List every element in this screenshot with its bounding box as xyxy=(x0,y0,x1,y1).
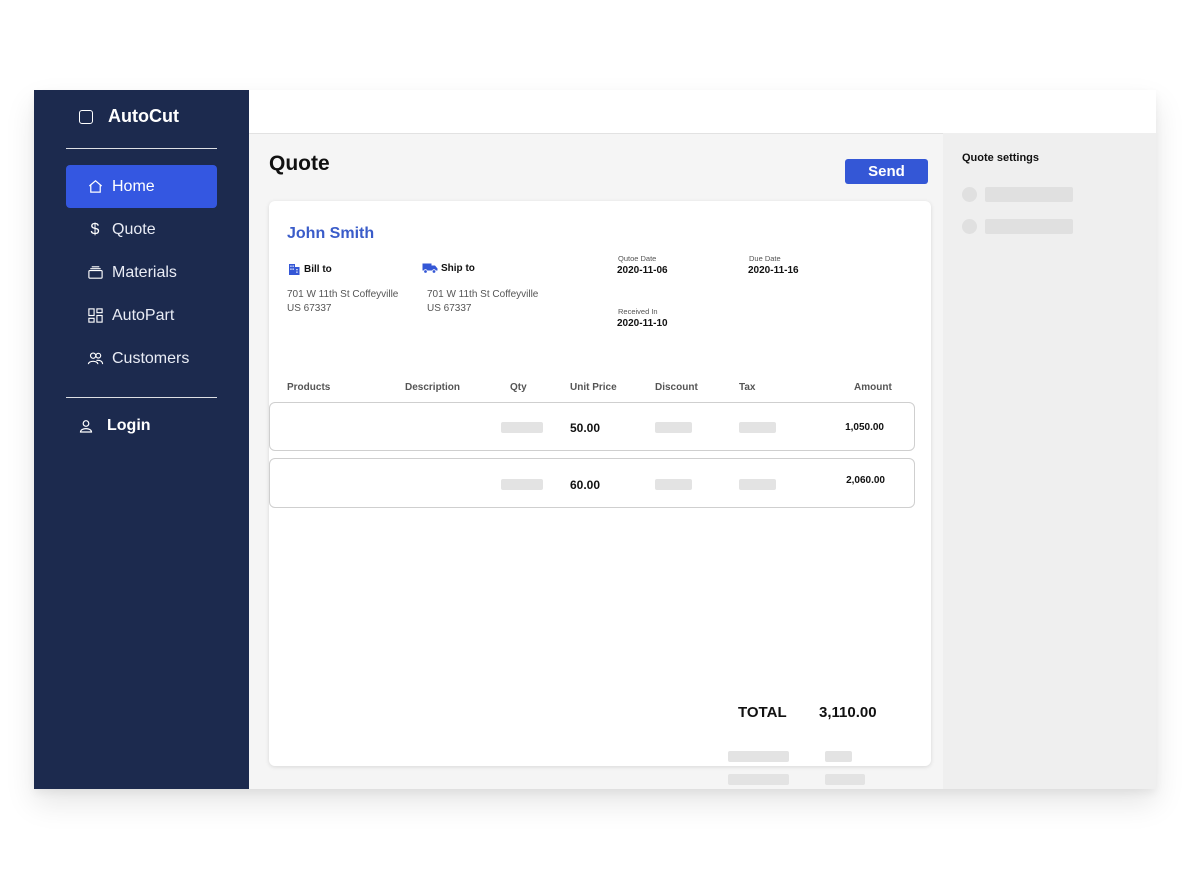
sidebar-item-label: Customers xyxy=(112,349,190,367)
logo-icon xyxy=(79,109,93,124)
truck-icon xyxy=(422,263,438,274)
qty-placeholder xyxy=(501,479,543,490)
column-header-description: Description xyxy=(405,382,461,393)
building-icon xyxy=(289,264,300,275)
quote-card: John Smith Bill to 701 W 11th St Coffeyv… xyxy=(269,201,931,785)
sidebar-item-materials[interactable]: Materials xyxy=(66,251,217,294)
column-header-tax: Tax xyxy=(739,382,756,393)
sidebar-item-label: Materials xyxy=(112,263,177,281)
login-button[interactable]: Login xyxy=(79,417,151,435)
user-icon xyxy=(79,420,93,433)
table-row[interactable]: 60.00 2,060.00 xyxy=(269,458,915,508)
top-bar xyxy=(249,90,1156,134)
setting-label-placeholder xyxy=(985,219,1073,234)
setting-radio[interactable] xyxy=(962,219,977,234)
customer-name[interactable]: John Smith xyxy=(287,225,374,243)
send-button[interactable]: Send xyxy=(845,159,928,184)
due-date-value: 2020-11-16 xyxy=(748,265,799,276)
tax-value-placeholder xyxy=(825,774,865,785)
setting-radio[interactable] xyxy=(962,187,977,202)
sidebar: AutoCut Home $ Quote Materials AutoPart xyxy=(34,90,249,789)
quote-date-value: 2020-11-06 xyxy=(617,265,668,276)
amount-value: 1,050.00 xyxy=(845,422,884,433)
dollar-icon: $ xyxy=(90,220,100,238)
due-date-label: Due Date xyxy=(749,254,781,263)
ship-to-label: Ship to xyxy=(422,262,475,274)
column-header-discount: Discount xyxy=(655,382,698,393)
ship-to-address: 701 W 11th St Coffeyville US 67337 xyxy=(427,289,539,314)
unit-price-value: 50.00 xyxy=(570,421,601,435)
sidebar-item-label: AutoPart xyxy=(112,306,175,324)
tax-label-placeholder xyxy=(728,774,789,785)
tax-placeholder xyxy=(739,422,776,433)
app-name: AutoCut xyxy=(108,106,179,126)
bill-to-address: 701 W 11th St Coffeyville US 67337 xyxy=(287,289,399,314)
sidebar-item-label: Home xyxy=(112,177,155,195)
sidebar-item-label: Quote xyxy=(112,220,156,238)
settings-title: Quote settings xyxy=(962,152,1040,164)
users-icon xyxy=(86,350,104,368)
app-logo[interactable]: AutoCut xyxy=(79,106,179,127)
total-label: TOTAL xyxy=(738,704,787,721)
home-icon xyxy=(86,178,104,196)
setting-label-placeholder xyxy=(985,187,1073,202)
total-value: 3,110.00 xyxy=(819,704,877,721)
column-header-products: Products xyxy=(287,382,331,393)
subtotal-label-placeholder xyxy=(728,751,789,762)
discount-placeholder xyxy=(655,422,692,433)
page-title: Quote xyxy=(269,152,330,175)
layers-icon xyxy=(86,264,104,282)
amount-value: 2,060.00 xyxy=(846,475,885,486)
column-header-qty: Qty xyxy=(510,382,527,393)
login-label: Login xyxy=(107,417,151,434)
sidebar-item-autopart[interactable]: AutoPart xyxy=(66,294,217,337)
sidebar-item-customers[interactable]: Customers xyxy=(66,337,217,380)
column-header-amount: Amount xyxy=(854,382,892,393)
bill-to-label: Bill to xyxy=(287,262,332,276)
sidebar-divider xyxy=(66,148,217,149)
tax-placeholder xyxy=(739,479,776,490)
quote-date-label: Qutoe Date xyxy=(618,254,657,263)
sidebar-item-home[interactable]: Home xyxy=(66,165,217,208)
sidebar-divider xyxy=(66,397,217,398)
column-header-unit-price: Unit Price xyxy=(570,382,617,393)
grid-icon xyxy=(86,307,104,325)
app-window: AutoCut Home $ Quote Materials AutoPart xyxy=(34,90,1156,789)
table-row[interactable]: 50.00 1,050.00 xyxy=(269,402,915,451)
received-in-value: 2020-11-10 xyxy=(617,318,668,329)
received-in-label: Received In xyxy=(618,307,658,316)
sidebar-item-quote[interactable]: $ Quote xyxy=(66,208,217,251)
discount-placeholder xyxy=(655,479,692,490)
subtotal-value-placeholder xyxy=(825,751,852,762)
qty-placeholder xyxy=(501,422,543,433)
unit-price-value: 60.00 xyxy=(570,478,601,492)
quote-settings-panel: Quote settings xyxy=(943,133,1156,789)
